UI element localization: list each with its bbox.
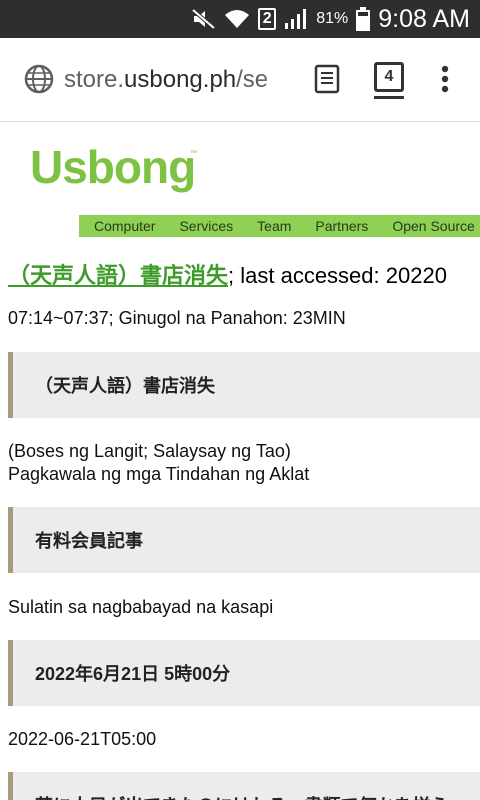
url-host: usbong.ph xyxy=(124,66,237,93)
page-content: Usbong ™ Computer Services Team Partners… xyxy=(0,122,480,800)
article-last-accessed: ; last accessed: 20220 xyxy=(228,263,447,288)
site-nav: Computer Services Team Partners Open Sou… xyxy=(79,215,480,237)
nav-item-team[interactable]: Team xyxy=(257,218,291,234)
translation-line: Sulatin sa nagbabayad na kasapi xyxy=(8,597,274,617)
nav-item-partners[interactable]: Partners xyxy=(315,218,368,234)
status-bar: 2 81% 9:08 AM xyxy=(0,0,480,38)
reader-mode-icon[interactable] xyxy=(314,64,340,99)
quote-box: （天声人語）書店消失 xyxy=(8,352,480,418)
tab-switcher-button[interactable]: 4 xyxy=(374,62,404,92)
clock: 9:08 AM xyxy=(378,4,470,33)
tab-switcher-underline xyxy=(374,96,404,99)
mute-icon xyxy=(192,8,216,30)
signal-icon xyxy=(284,8,308,30)
article-title-link[interactable]: （天声人語）書店消失 xyxy=(8,263,228,288)
overflow-menu-icon[interactable] xyxy=(440,64,450,99)
quote-box: 有料会員記事 xyxy=(8,507,480,573)
wifi-icon xyxy=(224,8,250,30)
address-bar[interactable]: store.usbong.ph/se xyxy=(64,62,296,98)
url-path: /se xyxy=(236,66,269,93)
sim-icon: 2 xyxy=(258,8,277,30)
quote-box: 2022年6月21日 5時00分 xyxy=(8,640,480,706)
article-headline: （天声人語）書店消失; last accessed: 20220 xyxy=(8,258,447,290)
nav-item-open-source[interactable]: Open Source xyxy=(392,218,475,234)
browser-toolbar: store.usbong.ph/se 4 xyxy=(0,38,480,122)
translation-line: Pagkawala ng mga Tindahan ng Aklat xyxy=(8,464,310,484)
nav-item-computer[interactable]: Computer xyxy=(94,218,155,234)
time-spent-line: 07:14~07:37; Ginugol na Panahon: 23MIN xyxy=(8,308,346,328)
translation-line: 2022-06-21T05:00 xyxy=(8,729,157,749)
battery-icon xyxy=(356,7,371,31)
logo-trademark: ™ xyxy=(190,150,197,157)
nav-item-services[interactable]: Services xyxy=(179,218,233,234)
url-host-prefix: store. xyxy=(64,66,125,93)
translation-line: (Boses ng Langit; Salaysay ng Tao) xyxy=(8,441,291,461)
quote-box: 芸に人目が出てきたのにはわる。書類で何かを揃え xyxy=(8,772,480,800)
battery-percent: 81% xyxy=(316,10,349,27)
globe-icon[interactable] xyxy=(24,64,54,99)
site-logo[interactable]: Usbong xyxy=(30,140,196,194)
